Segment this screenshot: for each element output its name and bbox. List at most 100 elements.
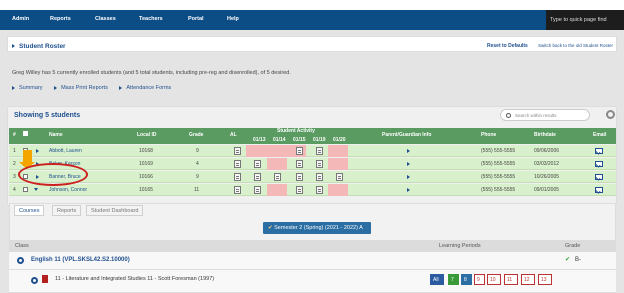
activity-absent (267, 184, 287, 196)
activity-date-3: 01/15 (293, 137, 306, 143)
top-strip (0, 0, 624, 10)
row-checkbox[interactable] (23, 187, 28, 192)
activity-absent (328, 145, 348, 157)
document-icon[interactable] (296, 186, 303, 194)
document-icon[interactable] (296, 147, 303, 155)
document-icon[interactable] (234, 147, 241, 155)
class-title-link[interactable]: English 11 (VPL.SKSL42.S2.10000) (31, 257, 130, 263)
phone-header[interactable]: Phone (481, 132, 496, 138)
expand-icon[interactable] (36, 149, 39, 153)
gear-icon[interactable] (606, 110, 615, 119)
local-id-header[interactable]: Local ID (137, 132, 156, 138)
nav-portal[interactable]: Portal (188, 16, 204, 22)
book-icon (42, 275, 48, 283)
document-icon[interactable] (316, 160, 323, 168)
semester-selector[interactable]: ✔ Semester 2 (Spring) (2021 - 2022) A (263, 222, 371, 234)
period-7-button[interactable]: 7 (448, 274, 459, 285)
table-row: 1 Abbott, Lauren 10168 9 (555) 555-5555 … (9, 145, 616, 157)
activity-absent (267, 158, 287, 170)
class-table-header: Class Learning Periods Grade (9, 240, 616, 252)
main-nav: Admin Reports Classes Teachers Portal He… (0, 10, 624, 30)
document-icon[interactable] (234, 173, 241, 181)
chevron-right-icon (12, 44, 15, 49)
name-header[interactable]: Name (49, 132, 63, 138)
document-icon[interactable] (274, 173, 281, 181)
period-11-button[interactable]: 11 (504, 274, 518, 285)
reset-defaults-link[interactable]: Reset to Defaults (487, 43, 528, 49)
document-icon[interactable] (296, 160, 303, 168)
table-header: # Name Local ID Grade AL Student Activit… (9, 128, 616, 144)
table-search-input[interactable]: Search within results (500, 109, 590, 121)
tab-student-dashboard[interactable]: Student Dashboard (86, 205, 144, 216)
period-all-button[interactable]: All (430, 274, 444, 285)
tab-courses[interactable]: Courses (14, 205, 45, 216)
document-icon[interactable] (234, 160, 241, 168)
mass-print-link[interactable]: Mass Print Reports (54, 85, 108, 91)
switch-roster-link[interactable]: Switch back to the old Student Roster (538, 43, 613, 48)
document-icon[interactable] (296, 173, 303, 181)
attendance-forms-link[interactable]: Attendance Forms (119, 85, 171, 91)
document-icon[interactable] (316, 186, 323, 194)
parent-info-icon[interactable] (407, 162, 410, 166)
email-icon[interactable] (595, 187, 603, 193)
birthdate-header[interactable]: Birthdate (534, 132, 556, 138)
tab-reports[interactable]: Reports (52, 205, 82, 216)
collapse-icon[interactable] (34, 188, 38, 191)
document-icon[interactable] (336, 173, 343, 181)
nav-reports[interactable]: Reports (50, 16, 71, 22)
activity-date-1: 01/13 (253, 137, 266, 143)
period-9-button[interactable]: 9 (474, 274, 485, 285)
activity-absent (328, 184, 348, 196)
parent-header: Parent/Guardian Info (382, 132, 432, 138)
period-10-button[interactable]: 10 (487, 274, 501, 285)
quick-links: Summary Mass Print Reports Attendance Fo… (12, 85, 171, 91)
page-title: Student Roster (12, 43, 66, 50)
document-icon[interactable] (316, 173, 323, 181)
activity-absent (328, 158, 348, 170)
table-row: 4 Johnson, Connor 10165 11 (555) 555-555… (9, 184, 616, 196)
email-icon[interactable] (595, 174, 603, 180)
period-13-button[interactable]: 13 (538, 274, 552, 285)
email-icon[interactable] (595, 148, 603, 154)
email-header: Email (593, 132, 607, 138)
document-icon[interactable] (316, 147, 323, 155)
activity-date-4: 01/19 (313, 137, 326, 143)
chevron-right-icon (54, 85, 58, 90)
activity-date-5: 01/20 (333, 137, 346, 143)
red-circle-annotation (18, 163, 88, 186)
nav-teachers[interactable]: Teachers (139, 16, 163, 22)
parent-info-icon[interactable] (407, 188, 410, 192)
period-12-button[interactable]: 12 (521, 274, 535, 285)
showing-count: Showing 5 students (14, 112, 81, 119)
nav-admin[interactable]: Admin (12, 16, 29, 22)
parent-info-icon[interactable] (407, 149, 410, 153)
gear-icon[interactable] (31, 277, 38, 284)
document-icon[interactable] (254, 186, 261, 194)
grade-header[interactable]: Grade (189, 132, 203, 138)
email-icon[interactable] (595, 161, 603, 167)
table-row: 3 Banner, Bruce 10166 9 (555) 555-5555 1… (9, 171, 616, 183)
class-row: English 11 (VPL.SKSL42.S2.10000) ✔ B- (9, 252, 616, 270)
summary-link[interactable]: Summary (12, 85, 43, 91)
student-activity-header: Student Activity (277, 128, 315, 134)
document-icon[interactable] (254, 160, 261, 168)
parent-info-icon[interactable] (407, 175, 410, 179)
select-all-checkbox[interactable] (23, 131, 28, 136)
document-icon[interactable] (234, 186, 241, 194)
activity-date-2: 01/14 (273, 137, 286, 143)
chevron-right-icon (12, 85, 15, 90)
class-row: 11 - Literature and Integrated Studies 1… (9, 270, 616, 293)
nav-classes[interactable]: Classes (95, 16, 116, 22)
document-icon[interactable] (254, 173, 261, 181)
period-8-button[interactable]: 8 (461, 274, 472, 285)
student-name-link[interactable]: Johnson, Connor (49, 187, 87, 193)
orange-arrow-annotation (23, 150, 32, 162)
check-icon: ✔ (268, 225, 273, 231)
quick-find-input[interactable]: Type to quick page find (546, 10, 624, 30)
gear-icon[interactable] (17, 257, 24, 264)
student-name-link[interactable]: Abbott, Lauren (49, 148, 82, 154)
search-icon (506, 113, 511, 118)
nav-help[interactable]: Help (227, 16, 239, 22)
al-header: AL (230, 132, 237, 138)
summary-text: Greg Willey has 5 currently enrolled stu… (12, 70, 291, 76)
